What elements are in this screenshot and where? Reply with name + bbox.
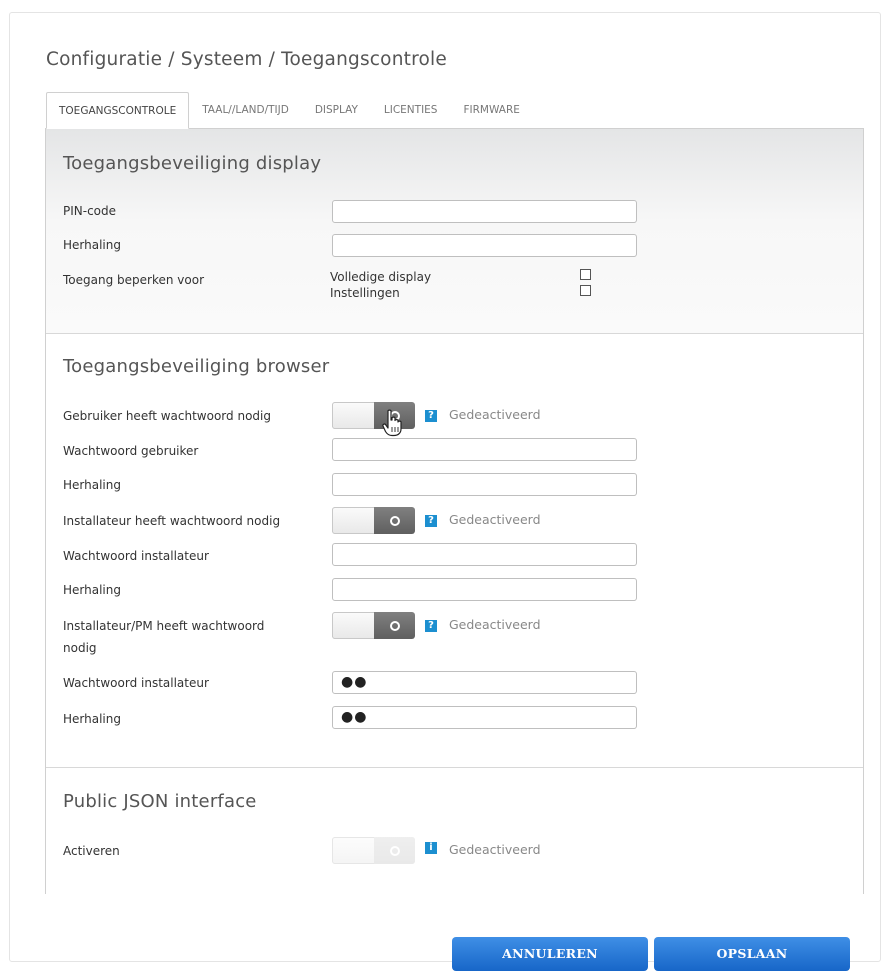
pm-pw-toggle[interactable] [332,612,415,639]
settings-panel: Toegangsbeveiliging display PIN-code Her… [45,128,864,894]
pin-code-input[interactable] [332,200,637,223]
user-password-label: Wachtwoord gebruiker [63,444,199,458]
user-repeat-label: Herhaling [63,478,121,492]
installer-pw-toggle[interactable] [332,507,415,534]
pm-pw-status: Gedeactiveerd [449,617,541,632]
user-password-input[interactable] [332,438,637,461]
pin-code-label: PIN-code [63,204,117,218]
tab-licenties[interactable]: LICENTIES [371,92,451,129]
json-interface-section: Public JSON interface Activeren i Gedeac… [46,768,863,894]
settings-checkbox[interactable] [580,285,591,296]
json-activate-toggle[interactable] [332,837,415,864]
pm-repeat-label: Herhaling [63,712,121,726]
option-settings-label: Instellingen [330,286,400,300]
pm-password-label: Wachtwoord installateur [63,676,209,690]
installer-repeat-label: Herhaling [63,583,121,597]
installer-pw-status: Gedeactiveerd [449,512,541,527]
installer-password-label: Wachtwoord installateur [63,549,209,563]
tab-bar: TOEGANGSCONTROLE TAAL//LAND/TIJD DISPLAY… [46,92,533,129]
installer-pw-required-label: Installateur heeft wachtwoord nodig [63,514,281,528]
user-pw-status: Gedeactiveerd [449,407,541,422]
help-icon[interactable]: ? [425,410,437,422]
installer-repeat-input[interactable] [332,578,637,601]
save-button[interactable]: OPSLAAN [654,937,850,971]
tab-toegangscontrole[interactable]: TOEGANGSCONTROLE [46,92,190,129]
section-title-json: Public JSON interface [63,791,257,812]
restrict-access-label: Toegang beperken voor [63,273,204,287]
section-title-display: Toegangsbeveiliging display [63,153,322,174]
help-icon[interactable]: ? [425,515,437,527]
pin-repeat-input[interactable] [332,234,637,257]
user-pw-required-label: Gebruiker heeft wachtwoord nodig [63,409,271,423]
json-status: Gedeactiveerd [449,842,541,857]
option-full-display-label: Volledige display [330,270,432,284]
breadcrumb: Configuratie / Systeem / Toegangscontrol… [46,49,447,70]
page: Configuratie / Systeem / Toegangscontrol… [0,0,886,971]
pin-repeat-label: Herhaling [63,238,121,252]
full-display-checkbox[interactable] [580,269,591,280]
tab-taal-land-tijd[interactable]: TAAL//LAND/TIJD [189,92,302,129]
display-security-section: Toegangsbeveiliging display PIN-code Her… [46,129,863,334]
activate-label: Activeren [63,844,120,858]
pm-pw-required-label-line1: Installateur/PM heeft wachtwoord [63,619,265,633]
tab-display[interactable]: DISPLAY [302,92,371,129]
cancel-button[interactable]: ANNULEREN [452,937,648,971]
installer-password-input[interactable] [332,543,637,566]
user-repeat-input[interactable] [332,473,637,496]
pm-pw-required-label-line2: nodig [63,641,97,655]
help-icon[interactable]: ? [425,620,437,632]
pm-repeat-input[interactable]: ●● [332,706,637,729]
section-title-browser: Toegangsbeveiliging browser [63,356,330,377]
browser-security-section: Toegangsbeveiliging browser Gebruiker he… [46,334,863,768]
hand-cursor-icon [382,409,402,437]
pm-password-input[interactable]: ●● [332,671,637,694]
info-icon[interactable]: i [425,842,437,854]
tab-firmware[interactable]: FIRMWARE [450,92,532,129]
